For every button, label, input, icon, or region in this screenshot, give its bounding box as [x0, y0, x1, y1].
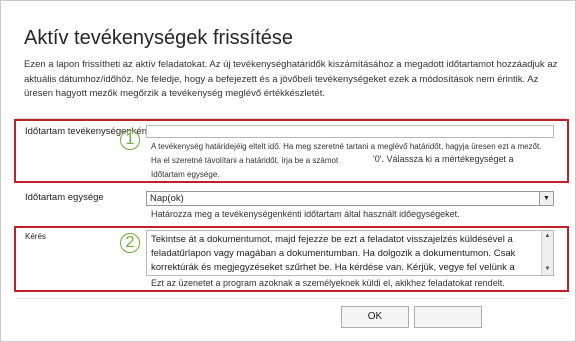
request-textarea[interactable]: Tekintse át a dokumentumot, majd fejezze…	[146, 230, 554, 276]
duration-input[interactable]	[146, 125, 554, 138]
request-label: Kérés	[25, 232, 46, 241]
request-help: Ezt az üzenetet a program azoknak a szem…	[151, 278, 505, 288]
unit-help: Határozza meg a tevékenységenkénti időta…	[151, 209, 460, 219]
duration-help-line1: A tevékenység határidejéig eltelt idő. H…	[151, 142, 542, 151]
callout-marker-1: 1	[120, 130, 140, 150]
unit-selected-value: Nap(ok)	[150, 193, 184, 204]
scroll-up-icon[interactable]: ▲	[542, 231, 553, 242]
ok-button[interactable]: OK	[341, 306, 409, 328]
unit-label: Időtartam egysége	[25, 192, 104, 203]
update-tasks-dialog: Aktív tevékenységek frissítése Ezen a la…	[0, 0, 576, 342]
unit-select[interactable]: Nap(ok) ▼	[146, 191, 554, 206]
dialog-description: Ezen a lapon frissítheti az aktív felada…	[24, 59, 558, 99]
request-scrollbar[interactable]: ▲ ▼	[541, 231, 553, 275]
duration-help-line2b: '0'. Válassza ki a mértékegységet a	[373, 154, 514, 164]
dialog-title: Aktív tevékenységek frissítése	[24, 27, 294, 49]
request-text: Tekintse át a dokumentumot, majd fejezze…	[151, 234, 516, 273]
cancel-button[interactable]	[414, 306, 482, 328]
callout-marker-2: 2	[120, 233, 140, 253]
duration-help-line2a: Ha el szeretné távolítani a határidőt, í…	[151, 156, 339, 165]
duration-help-line3: Időtartam egysége.	[151, 170, 220, 179]
footer-divider	[16, 298, 566, 299]
chevron-down-icon[interactable]: ▼	[539, 192, 553, 205]
scroll-down-icon[interactable]: ▼	[542, 264, 553, 275]
